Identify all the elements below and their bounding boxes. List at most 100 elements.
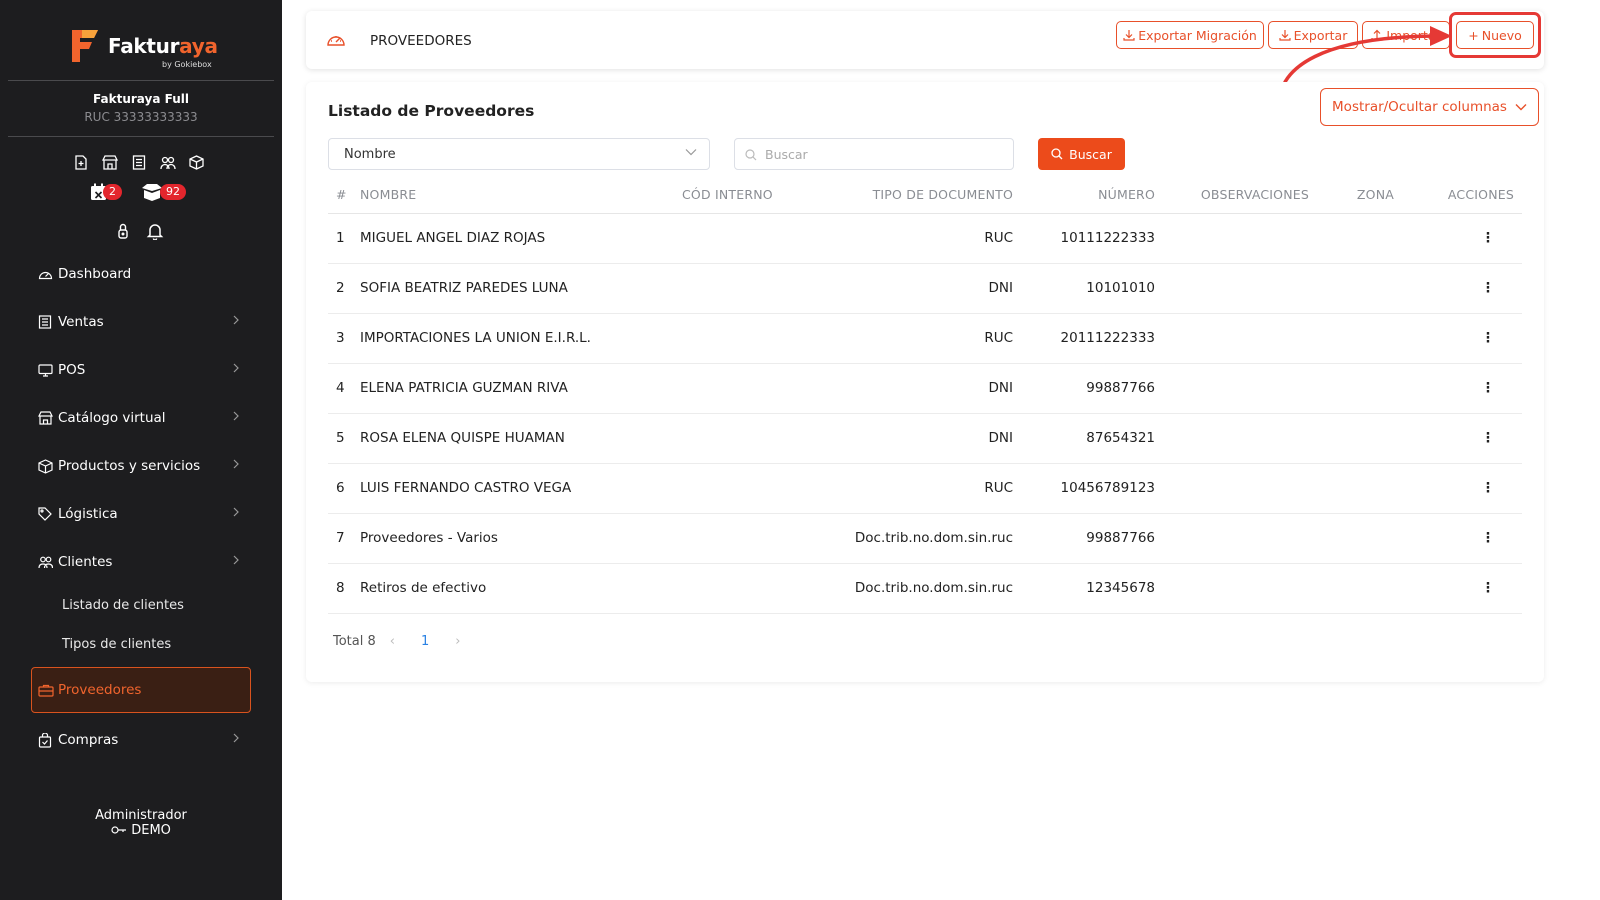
sidebar-item-label: Compras bbox=[58, 732, 119, 748]
store-icon[interactable] bbox=[101, 154, 118, 171]
user-name-row: DEMO bbox=[0, 823, 282, 838]
row-tipo-documento: DNI bbox=[812, 413, 1013, 464]
sidebar-item-label: Clientes bbox=[58, 554, 113, 570]
more-actions-icon[interactable]: ⋮ bbox=[1478, 580, 1498, 596]
box-icon[interactable] bbox=[188, 154, 205, 171]
sidebar-item-dashboard[interactable]: Dashboard bbox=[38, 262, 248, 286]
new-document-icon[interactable] bbox=[72, 154, 89, 171]
download-icon bbox=[1123, 30, 1135, 41]
more-actions-icon[interactable]: ⋮ bbox=[1478, 430, 1498, 446]
row-tipo-documento: DNI bbox=[812, 363, 1013, 414]
users-icon[interactable] bbox=[159, 154, 176, 171]
lock-icon[interactable] bbox=[116, 222, 130, 244]
row-observaciones bbox=[1155, 263, 1309, 314]
row-actions: ⋮ bbox=[1394, 563, 1522, 614]
calendar-count: 2 bbox=[103, 184, 122, 200]
table-row: 3 IMPORTACIONES LA UNION E.I.R.L. RUC 20111… bbox=[328, 313, 1522, 364]
more-actions-icon[interactable]: ⋮ bbox=[1478, 480, 1498, 496]
more-actions-icon[interactable]: ⋮ bbox=[1478, 330, 1498, 346]
row-tipo-documento: RUC bbox=[812, 463, 1013, 514]
page-number[interactable]: 1 bbox=[421, 634, 429, 649]
export-button[interactable]: Exportar bbox=[1268, 21, 1358, 49]
more-actions-icon[interactable]: ⋮ bbox=[1478, 380, 1498, 396]
export-migration-button[interactable]: Exportar Migración bbox=[1116, 21, 1264, 49]
search-input[interactable]: Buscar bbox=[734, 138, 1014, 170]
row-zona bbox=[1309, 363, 1394, 414]
col-header-numero[interactable]: NÚMERO bbox=[1013, 177, 1155, 214]
row-cod-interno bbox=[682, 463, 812, 514]
table-row: 6 LUIS FERNANDO CASTRO VEGA RUC 10456789123… bbox=[328, 463, 1522, 514]
key-icon bbox=[111, 826, 127, 834]
calendar-badge[interactable]: 2 bbox=[90, 182, 122, 202]
row-index: 3 bbox=[328, 313, 360, 364]
box-badge[interactable]: 92 bbox=[140, 182, 186, 202]
page-header: PROVEEDORES Exportar Migración Exportar … bbox=[306, 11, 1544, 69]
new-button[interactable]: + Nuevo bbox=[1456, 21, 1534, 49]
sidebar-item-clientes[interactable]: Clientes bbox=[38, 550, 248, 574]
sidebar-item-ventas[interactable]: Ventas bbox=[38, 310, 248, 334]
pagination: Total 8 ‹ 1 › bbox=[333, 634, 474, 649]
logo[interactable]: Fakturaya by Gokiebox bbox=[68, 26, 228, 70]
row-cod-interno bbox=[682, 513, 812, 564]
row-actions: ⋮ bbox=[1394, 463, 1522, 514]
row-actions: ⋮ bbox=[1394, 413, 1522, 464]
company-name: Fakturaya Full bbox=[93, 92, 189, 106]
row-actions: ⋮ bbox=[1394, 313, 1522, 364]
brand-sub: by Gokiebox bbox=[162, 60, 212, 69]
row-tipo-documento: Doc.trib.no.dom.sin.ruc bbox=[812, 563, 1013, 614]
filter-column-select[interactable]: Nombre bbox=[328, 138, 710, 170]
company-ruc: RUC 33333333333 bbox=[84, 110, 198, 124]
box-icon bbox=[38, 458, 54, 474]
user-info[interactable]: Administrador DEMO bbox=[0, 808, 282, 838]
sidebar-subitem-listado-clientes[interactable]: Listado de clientes bbox=[62, 598, 184, 613]
row-numero: 99887766 bbox=[1013, 363, 1155, 414]
row-cod-interno bbox=[682, 413, 812, 464]
shopping-bag-icon bbox=[38, 732, 54, 748]
table-row: 8 Retiros de efectivo Doc.trib.no.dom.sin.… bbox=[328, 563, 1522, 614]
table-row: 5 ROSA ELENA QUISPE HUAMAN DNI 87654321 ⋮ bbox=[328, 413, 1522, 464]
brand-name: Fakturaya bbox=[108, 34, 218, 58]
search-icon bbox=[1051, 148, 1063, 160]
table-header-row: # NOMBRE CÓD INTERNO TIPO DE DOCUMENTO N… bbox=[328, 177, 1522, 214]
sidebar-item-logistica[interactable]: Lógistica bbox=[38, 502, 248, 526]
providers-table: # NOMBRE CÓD INTERNO TIPO DE DOCUMENTO N… bbox=[328, 177, 1522, 614]
row-nombre: ELENA PATRICIA GUZMAN RIVA bbox=[360, 363, 682, 414]
divider bbox=[8, 136, 274, 137]
prev-page-icon[interactable]: ‹ bbox=[390, 634, 395, 649]
next-page-icon[interactable]: › bbox=[455, 634, 460, 649]
row-numero: 10111222333 bbox=[1013, 213, 1155, 264]
col-header-zona[interactable]: ZONA bbox=[1309, 177, 1394, 214]
row-observaciones bbox=[1155, 563, 1309, 614]
col-header-cod-interno[interactable]: CÓD INTERNO bbox=[682, 177, 812, 214]
toggle-columns-button[interactable]: Mostrar/Ocultar columnas bbox=[1320, 88, 1539, 126]
notification-badges: 2 92 bbox=[90, 182, 186, 202]
more-actions-icon[interactable]: ⋮ bbox=[1478, 280, 1498, 296]
row-index: 5 bbox=[328, 413, 360, 464]
sidebar-item-compras[interactable]: Compras bbox=[38, 728, 248, 752]
more-actions-icon[interactable]: ⋮ bbox=[1478, 530, 1498, 546]
row-cod-interno bbox=[682, 313, 812, 364]
col-header-nombre[interactable]: NOMBRE bbox=[360, 177, 682, 214]
sidebar-item-catalogo[interactable]: Catálogo virtual bbox=[38, 406, 248, 430]
more-actions-icon[interactable]: ⋮ bbox=[1478, 230, 1498, 246]
receipt-icon[interactable] bbox=[130, 154, 147, 171]
sidebar-item-proveedores[interactable]: Proveedores bbox=[38, 678, 248, 702]
col-header-tipo-documento[interactable]: TIPO DE DOCUMENTO bbox=[812, 177, 1013, 214]
col-header-observaciones[interactable]: OBSERVACIONES bbox=[1155, 177, 1309, 214]
row-actions: ⋮ bbox=[1394, 363, 1522, 414]
row-cod-interno bbox=[682, 263, 812, 314]
plus-icon: + bbox=[1468, 27, 1479, 43]
row-index: 8 bbox=[328, 563, 360, 614]
bell-icon[interactable] bbox=[146, 222, 164, 244]
sidebar-item-productos[interactable]: Productos y servicios bbox=[38, 454, 248, 478]
row-actions: ⋮ bbox=[1394, 263, 1522, 314]
sidebar: Fakturaya by Gokiebox Fakturaya Full RUC… bbox=[0, 0, 282, 900]
import-button[interactable]: Importar bbox=[1362, 21, 1450, 49]
listado-card: Listado de Proveedores Mostrar/Ocultar c… bbox=[306, 82, 1544, 682]
sidebar-item-pos[interactable]: POS bbox=[38, 358, 248, 382]
search-button[interactable]: Buscar bbox=[1038, 138, 1125, 170]
divider bbox=[8, 80, 274, 81]
sidebar-subitem-tipos-clientes[interactable]: Tipos de clientes bbox=[62, 637, 171, 652]
receipt-icon bbox=[38, 314, 54, 330]
row-observaciones bbox=[1155, 463, 1309, 514]
